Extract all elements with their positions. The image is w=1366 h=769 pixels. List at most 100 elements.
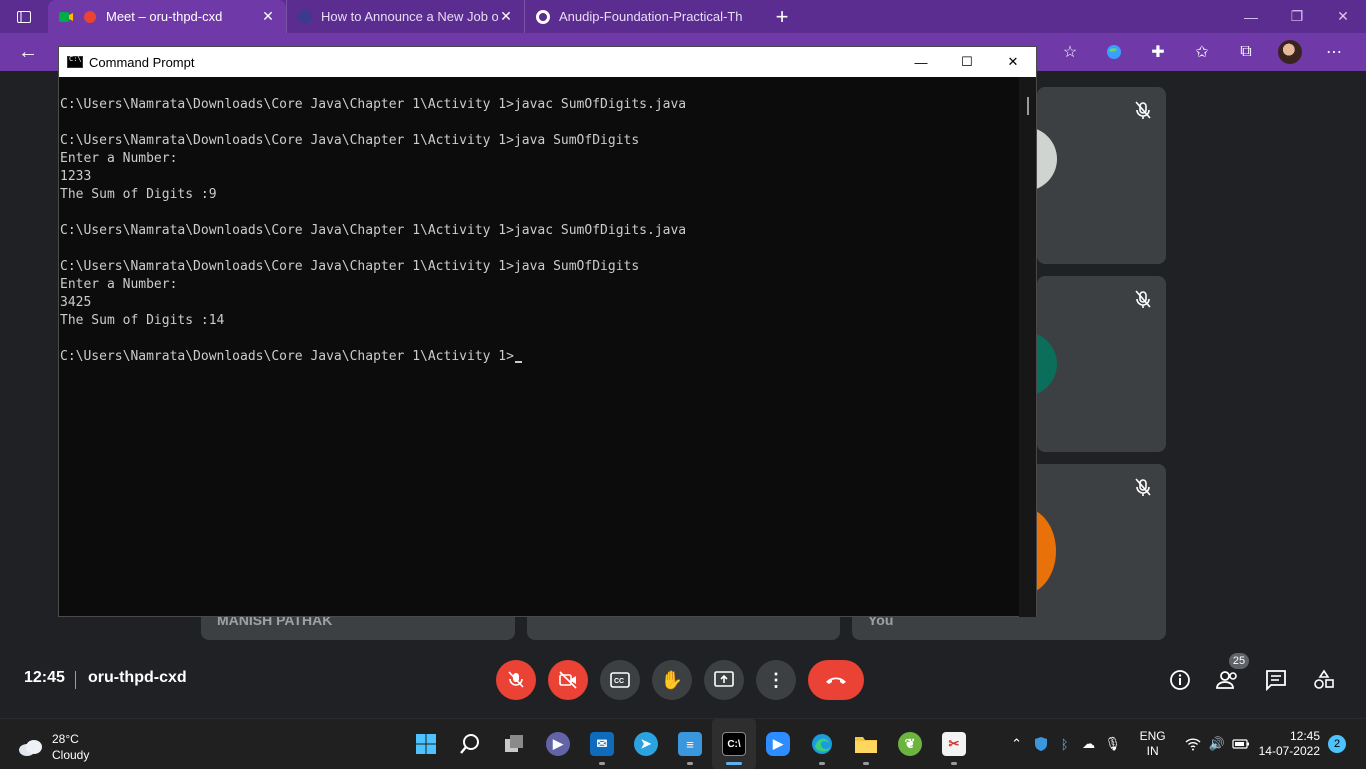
github-icon: [535, 9, 551, 25]
participant-tile[interactable]: [1037, 276, 1166, 452]
restore-icon[interactable]: ❐: [1274, 0, 1320, 33]
minimize-icon[interactable]: —: [898, 47, 944, 77]
activities-button[interactable]: [1311, 667, 1337, 693]
toggle-mic-button[interactable]: [496, 660, 536, 700]
close-icon[interactable]: ✕: [1320, 0, 1366, 33]
telegram-app[interactable]: ➤: [624, 719, 668, 769]
onedrive-cloud-icon[interactable]: ☁: [1077, 736, 1101, 752]
region-code: IN: [1146, 744, 1159, 758]
console-line: C:\Users\Namrata\Downloads\Core Java\Cha…: [60, 97, 687, 112]
tab-title: Meet – oru-thpd-cxd: [106, 9, 223, 24]
windows-taskbar: 28°C Cloudy ▶ ✉ ➤ ≡ C:\ ▶ ❦ ✂ ⌃ ᛒ ☁ 🎙 EN…: [0, 718, 1366, 769]
security-shield-icon[interactable]: [1029, 736, 1053, 752]
weather-temperature: 28°C: [52, 732, 79, 746]
cmd-window-controls: — ☐ ✕: [898, 47, 1036, 77]
tab-actions-icon[interactable]: [0, 0, 48, 33]
language-indicator[interactable]: ENG IN: [1131, 729, 1175, 759]
folder-icon: [855, 737, 877, 753]
console-prompt-line[interactable]: C:\Users\Namrata\Downloads\Core Java\Cha…: [60, 348, 1019, 366]
participant-tile[interactable]: [1037, 87, 1166, 264]
weather-widget[interactable]: 28°C Cloudy: [18, 731, 89, 763]
tab-github[interactable]: Anudip-Foundation-Practical-Th: [524, 0, 762, 33]
weather-description: Cloudy: [52, 748, 90, 762]
back-arrow-icon[interactable]: ←: [0, 41, 56, 64]
notepad-app[interactable]: ≡: [668, 719, 712, 769]
notification-badge[interactable]: 2: [1328, 735, 1346, 753]
new-tab-button[interactable]: +: [762, 0, 802, 33]
spring-tool-app[interactable]: ❦: [888, 719, 932, 769]
people-button[interactable]: 25: [1215, 653, 1249, 693]
leaf-icon: ❦: [898, 732, 922, 756]
meeting-details-button[interactable]: [1167, 667, 1193, 693]
divider: [75, 671, 76, 689]
close-tab-icon[interactable]: ✕: [498, 8, 514, 25]
task-view-icon: [505, 735, 523, 752]
bluetooth-icon[interactable]: ᛒ: [1053, 737, 1077, 752]
more-options-button[interactable]: ⋮: [756, 660, 796, 700]
microphone-icon[interactable]: 🎙: [1101, 736, 1125, 752]
file-explorer-app[interactable]: [844, 719, 888, 769]
info-icon: [1170, 670, 1190, 690]
mic-off-icon: [1135, 290, 1151, 308]
collections-icon[interactable]: ⧉: [1224, 33, 1268, 71]
leave-call-button[interactable]: [808, 660, 864, 700]
task-view-button[interactable]: [492, 719, 536, 769]
running-indicator: [687, 762, 693, 765]
activities-icon: [1314, 669, 1334, 689]
edge-browser-app[interactable]: [800, 719, 844, 769]
raise-hand-button[interactable]: ✋: [652, 660, 692, 700]
close-icon[interactable]: ✕: [990, 47, 1036, 77]
toggle-camera-button[interactable]: [548, 660, 588, 700]
chevron-up-icon[interactable]: ⌃: [1005, 736, 1029, 752]
toolbar-right-icons: ☆ ✚ ✩ ⧉ ⋯: [1048, 33, 1356, 71]
volume-icon[interactable]: 🔊: [1205, 736, 1229, 752]
more-menu-icon[interactable]: ⋯: [1312, 33, 1356, 71]
command-prompt-window[interactable]: Command Prompt — ☐ ✕ C:\Users\Namrata\Do…: [58, 46, 1037, 617]
running-indicator: [951, 762, 957, 765]
text-cursor: [514, 361, 522, 363]
cmd-title-bar[interactable]: Command Prompt — ☐ ✕: [59, 47, 1036, 77]
zoom-app[interactable]: ▶: [756, 719, 800, 769]
favorites-icon[interactable]: ✩: [1180, 33, 1224, 71]
mic-off-icon: [1135, 478, 1151, 496]
minimize-icon[interactable]: —: [1228, 0, 1274, 33]
extensions-icon[interactable]: ✚: [1136, 33, 1180, 71]
cmd-console-output[interactable]: C:\Users\Namrata\Downloads\Core Java\Cha…: [59, 77, 1019, 617]
mic-off-icon: [508, 671, 524, 688]
close-tab-icon[interactable]: ✕: [260, 8, 276, 25]
present-button[interactable]: [704, 660, 744, 700]
console-line: The Sum of Digits :9: [60, 187, 217, 202]
command-prompt-app[interactable]: C:\: [712, 719, 756, 769]
captions-button[interactable]: CC: [600, 660, 640, 700]
snip-icon: ✂: [942, 732, 966, 756]
search-button[interactable]: [448, 719, 492, 769]
vpn-globe-icon[interactable]: [1092, 33, 1136, 71]
chat-button[interactable]: [1263, 667, 1289, 693]
tab-job-announce[interactable]: How to Announce a New Job on ✕: [286, 0, 524, 33]
language-code: ENG: [1139, 729, 1166, 743]
edge-icon: [812, 734, 832, 754]
profile-avatar[interactable]: [1268, 33, 1312, 71]
windows-logo-icon: [416, 734, 436, 754]
taskbar-apps: ▶ ✉ ➤ ≡ C:\ ▶ ❦ ✂: [404, 719, 976, 769]
tab-meet[interactable]: Meet – oru-thpd-cxd ✕: [48, 0, 286, 33]
console-line: C:\Users\Namrata\Downloads\Core Java\Cha…: [60, 223, 687, 238]
cmd-scrollbar[interactable]: [1019, 77, 1036, 617]
participant-avatar: [1037, 332, 1057, 396]
snipping-tool-app[interactable]: ✂: [932, 719, 976, 769]
add-favorite-icon[interactable]: ☆: [1048, 33, 1092, 71]
console-line: C:\Users\Namrata\Downloads\Core Java\Cha…: [60, 259, 640, 274]
scrollbar-thumb[interactable]: [1027, 97, 1029, 115]
maximize-icon[interactable]: ☐: [944, 47, 990, 77]
participants-count-badge: 25: [1229, 653, 1249, 669]
browser-window-controls: — ❐ ✕: [1228, 0, 1366, 33]
mail-app[interactable]: ✉: [580, 719, 624, 769]
wifi-icon[interactable]: [1181, 737, 1205, 751]
system-clock[interactable]: 12:45 14-07-2022: [1259, 729, 1320, 759]
teams-chat-app[interactable]: ▶: [536, 719, 580, 769]
battery-icon[interactable]: [1229, 738, 1253, 750]
start-button[interactable]: [404, 719, 448, 769]
